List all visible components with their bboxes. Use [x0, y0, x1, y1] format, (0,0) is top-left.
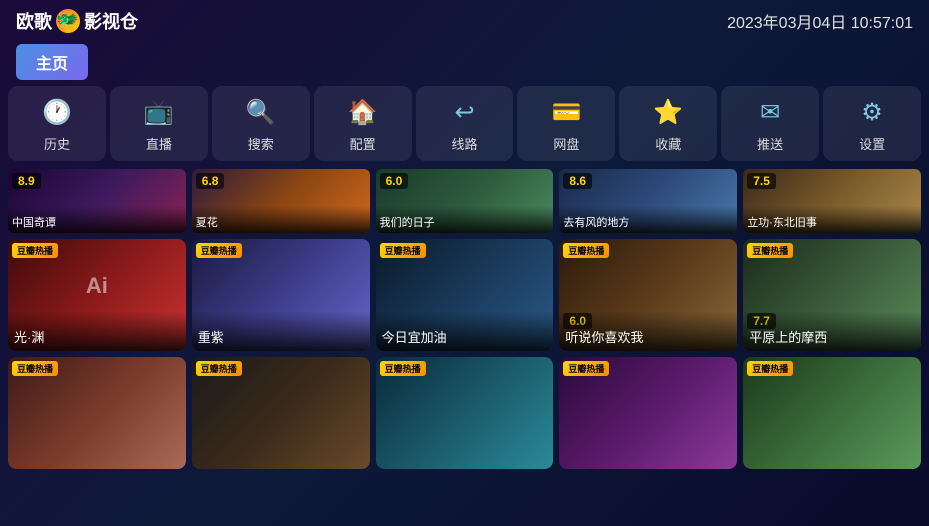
- card-badge: 豆瓣热播: [563, 361, 609, 376]
- list-item[interactable]: 豆瓣热播: [376, 357, 554, 469]
- list-item[interactable]: 6.8 夏花: [192, 169, 370, 233]
- nav-icon-历史: 🕐: [39, 94, 75, 130]
- card-rating: 6.8: [196, 173, 225, 189]
- nav-item-直播[interactable]: 📺 直播: [110, 86, 208, 161]
- nav-icon-配置: 🏠: [345, 94, 381, 130]
- card-rating: 8.6: [563, 173, 592, 189]
- datetime: 2023年03月04日 10:57:01: [727, 9, 913, 33]
- list-item[interactable]: 豆瓣热播: [192, 357, 370, 469]
- card-title: 夏花: [192, 206, 370, 233]
- card-badge: 豆瓣热播: [196, 361, 242, 376]
- header: 欧歌 🐲 影视仓 2023年03月04日 10:57:01: [0, 0, 929, 42]
- card-badge: 豆瓣热播: [12, 243, 58, 258]
- list-item[interactable]: 豆瓣热播: [559, 357, 737, 469]
- nav-item-收藏[interactable]: ⭐ 收藏: [619, 86, 717, 161]
- nav-icon-网盘: 💳: [548, 94, 584, 130]
- card-badge: 豆瓣热播: [380, 243, 426, 258]
- logo: 欧歌 🐲 影视仓: [16, 8, 138, 34]
- card-rating: 6.0: [380, 173, 409, 189]
- home-button[interactable]: 主页: [16, 44, 88, 80]
- card-badge: 豆瓣热播: [380, 361, 426, 376]
- nav-label-推送: 推送: [757, 134, 783, 153]
- card-badge: 豆瓣热播: [196, 243, 242, 258]
- nav-icon-搜索: 🔍: [243, 94, 279, 130]
- nav-item-推送[interactable]: ✉ 推送: [721, 86, 819, 161]
- list-item[interactable]: 豆瓣热播 Ai 光·渊: [8, 239, 186, 351]
- card-title: 去有风的地方: [559, 206, 737, 233]
- card-rating: 8.9: [12, 173, 41, 189]
- main-row-1: 豆瓣热播Ai光·渊豆瓣热播重紫豆瓣热播今日宜加油豆瓣热播6.0听说你喜欢我豆瓣热…: [8, 239, 921, 351]
- card-title: 重紫: [192, 311, 370, 351]
- card-title: 中国奇谭: [8, 206, 186, 233]
- nav-item-设置[interactable]: ⚙ 设置: [823, 86, 921, 161]
- nav-label-搜索: 搜索: [248, 134, 274, 153]
- card-title: 立功·东北旧事: [743, 206, 921, 233]
- card-title: 今日宜加油: [376, 311, 554, 351]
- list-item[interactable]: 豆瓣热播: [8, 357, 186, 469]
- nav-bar: 🕐 历史 📺 直播 🔍 搜索 🏠 配置 ↩ 线路 💳 网盘 ⭐ 收藏 ✉ 推送 …: [0, 86, 929, 161]
- list-item[interactable]: 豆瓣热播7.7平原上的摩西: [743, 239, 921, 351]
- list-item[interactable]: 豆瓣热播6.0听说你喜欢我: [559, 239, 737, 351]
- nav-label-设置: 设置: [859, 134, 885, 153]
- list-item[interactable]: 豆瓣热播今日宜加油: [376, 239, 554, 351]
- nav-icon-推送: ✉: [752, 94, 788, 130]
- nav-item-配置[interactable]: 🏠 配置: [314, 86, 412, 161]
- card-deco-text: Ai: [86, 273, 108, 299]
- logo-text2: 影视仓: [84, 8, 138, 34]
- nav-item-网盘[interactable]: 💳 网盘: [517, 86, 615, 161]
- nav-label-直播: 直播: [146, 134, 172, 153]
- logo-dragon-icon: 🐲: [56, 9, 80, 33]
- nav-icon-线路: ↩: [447, 94, 483, 130]
- list-item[interactable]: 8.9 中国奇谭: [8, 169, 186, 233]
- list-item[interactable]: 7.5 立功·东北旧事: [743, 169, 921, 233]
- card-rating: 7.5: [747, 173, 776, 189]
- card-title: 光·渊: [8, 311, 186, 351]
- card-badge: 豆瓣热播: [12, 361, 58, 376]
- nav-item-历史[interactable]: 🕐 历史: [8, 86, 106, 161]
- nav-label-历史: 历史: [44, 134, 70, 153]
- nav-item-线路[interactable]: ↩ 线路: [416, 86, 514, 161]
- nav-label-网盘: 网盘: [553, 134, 579, 153]
- nav-label-收藏: 收藏: [655, 134, 681, 153]
- nav-icon-直播: 📺: [141, 94, 177, 130]
- card-title: 听说你喜欢我: [559, 311, 737, 351]
- partial-row-0: 8.9 中国奇谭 6.8 夏花 6.0 我们的日子 8.6 去有风的地方 7.5 立功·东北旧事: [8, 169, 921, 233]
- card-title: 平原上的摩西: [743, 311, 921, 351]
- card-title: 我们的日子: [376, 206, 554, 233]
- logo-text1: 欧歌: [16, 8, 52, 34]
- list-item[interactable]: 豆瓣热播重紫: [192, 239, 370, 351]
- nav-label-线路: 线路: [452, 134, 478, 153]
- card-badge: 豆瓣热播: [747, 243, 793, 258]
- nav-label-配置: 配置: [350, 134, 376, 153]
- card-badge: 豆瓣热播: [747, 361, 793, 376]
- home-section: 主页: [0, 42, 929, 86]
- nav-item-搜索[interactable]: 🔍 搜索: [212, 86, 310, 161]
- nav-icon-设置: ⚙: [854, 94, 890, 130]
- nav-icon-收藏: ⭐: [650, 94, 686, 130]
- list-item[interactable]: 8.6 去有风的地方: [559, 169, 737, 233]
- list-item[interactable]: 6.0 我们的日子: [376, 169, 554, 233]
- list-item[interactable]: 豆瓣热播: [743, 357, 921, 469]
- card-badge: 豆瓣热播: [563, 243, 609, 258]
- content-area: 8.9中国奇谭6.8夏花6.0我们的日子8.6去有风的地方7.5立功·东北旧事豆…: [0, 169, 929, 475]
- main-row-2: 豆瓣热播 豆瓣热播 豆瓣热播 豆瓣热播 豆瓣热播: [8, 357, 921, 469]
